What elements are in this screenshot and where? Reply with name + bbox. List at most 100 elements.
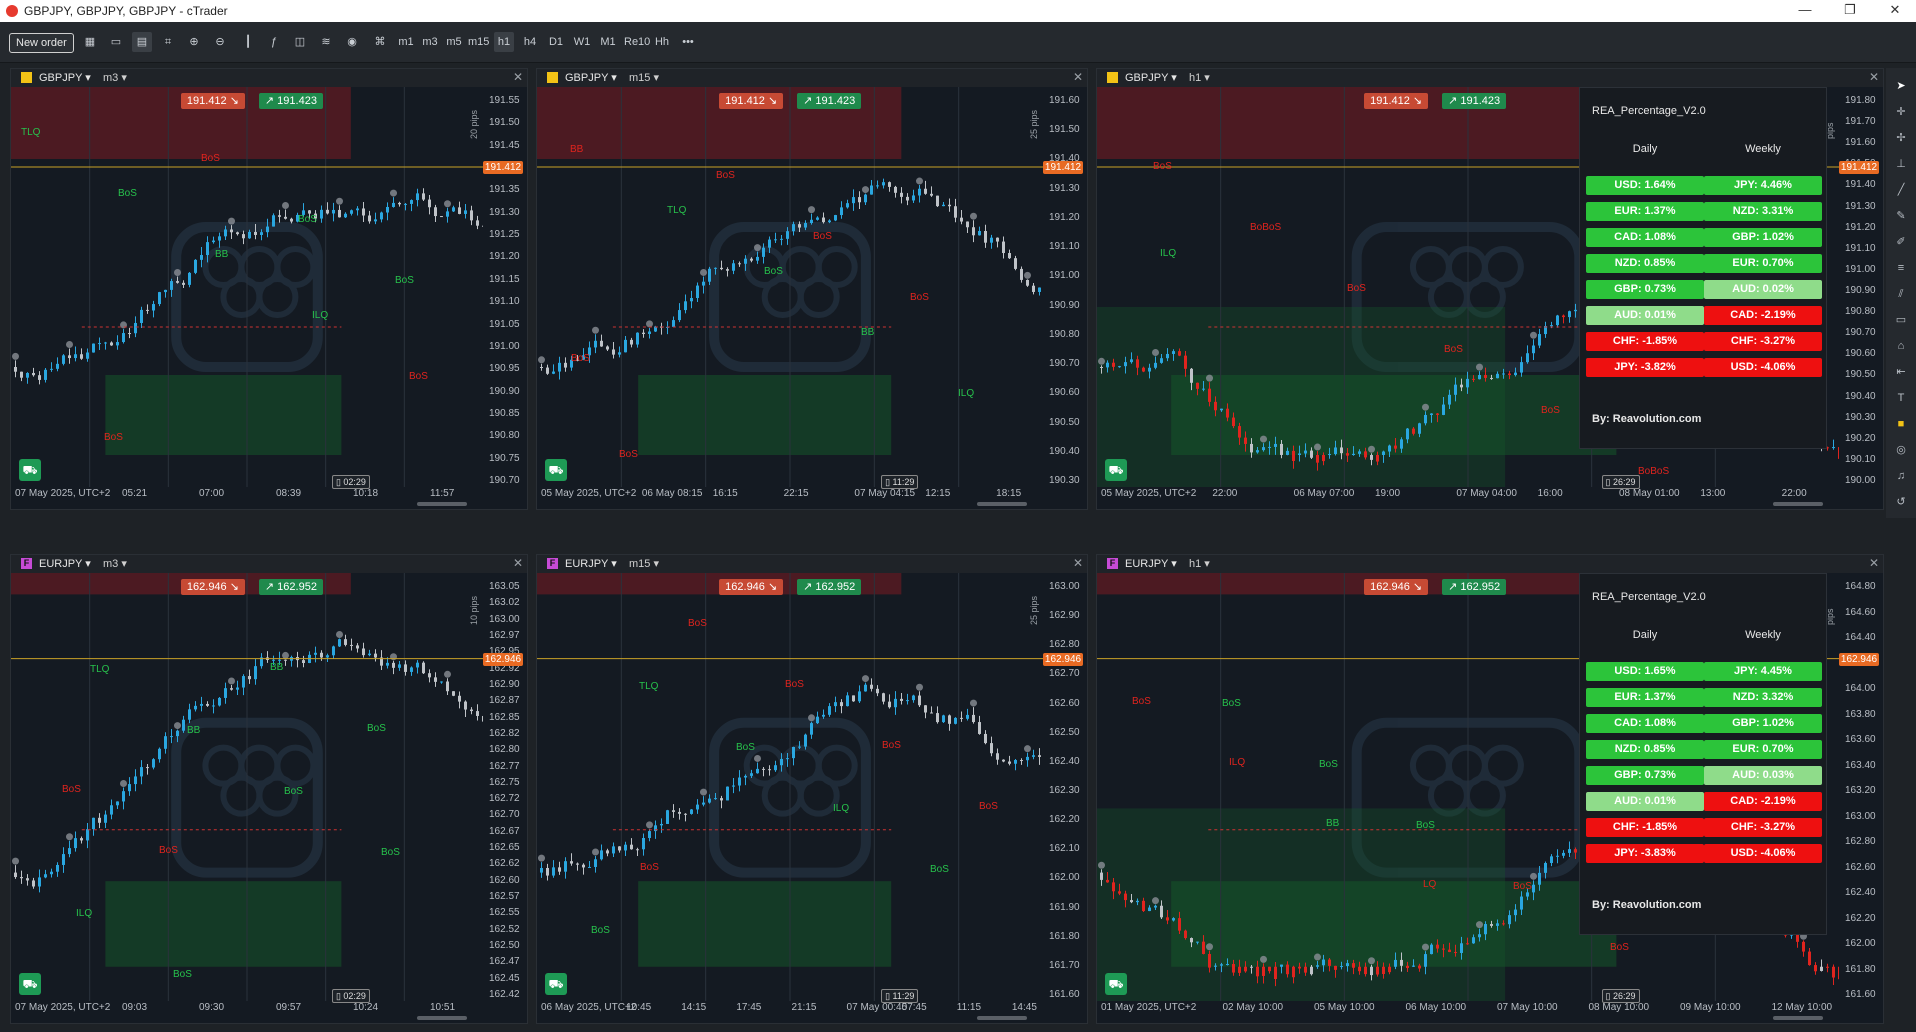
tf-renko[interactable]: Re10 [624, 32, 650, 52]
sell-button[interactable]: 162.946 ↘ [1364, 579, 1429, 595]
timeframe-selector[interactable]: m15 ▾ [629, 557, 659, 570]
tf-m5[interactable]: m5 [444, 32, 464, 52]
cbot-button-icon[interactable]: ⛟ [1105, 973, 1127, 995]
close-panel-icon[interactable]: ✕ [513, 556, 523, 570]
horizontal-scrollbar[interactable] [417, 502, 467, 506]
horizontal-scrollbar[interactable] [417, 1016, 467, 1020]
chart-mode-icon[interactable]: ⌗ [158, 32, 178, 52]
more-icon[interactable]: ••• [678, 32, 698, 52]
cross-icon[interactable]: ✢ [1893, 130, 1909, 146]
price-axis[interactable]: 191.60 191.50 191.40 191.30 191.20 191.10 191.… [1043, 87, 1087, 487]
zoom-out-icon[interactable]: ⊖ [210, 32, 230, 52]
symbol-selector[interactable]: EURJPY ▾ [1125, 557, 1177, 570]
symbol-color-icon[interactable] [547, 72, 558, 83]
maximize-button[interactable]: ❐ [1835, 2, 1865, 18]
brush-icon[interactable]: ✐ [1893, 234, 1909, 250]
sell-button[interactable]: 162.946 ↘ [180, 579, 245, 595]
layout-grid-icon[interactable]: ▦ [80, 32, 100, 52]
tf-m3[interactable]: m3 [420, 32, 440, 52]
price-axis[interactable]: 191.55191.50191.45191.40191.35191.30191.… [483, 87, 527, 487]
horizontal-scrollbar[interactable] [1773, 1016, 1823, 1020]
zoom-in-icon[interactable]: ⊕ [184, 32, 204, 52]
symbol-color-icon[interactable]: F [21, 558, 32, 569]
trend-icon[interactable]: ╱ [1893, 182, 1909, 198]
timeframe-selector[interactable]: h1 ▾ [1189, 71, 1210, 84]
timeframe-selector[interactable]: m15 ▾ [629, 71, 659, 84]
close-panel-icon[interactable]: ✕ [1869, 556, 1879, 570]
price-axis[interactable]: 191.80191.70191.60191.50191.40191.30191.… [1839, 87, 1883, 487]
camera-icon[interactable]: ◎ [1893, 442, 1909, 458]
cursor-icon[interactable]: ➤ [1893, 78, 1909, 94]
cbot-button-icon[interactable]: ⛟ [1105, 459, 1127, 481]
close-panel-icon[interactable]: ✕ [1869, 70, 1879, 84]
candles-icon[interactable]: ┃ [238, 32, 258, 52]
tf-h1[interactable]: h1 [494, 32, 514, 52]
history-icon[interactable]: ↺ [1893, 494, 1909, 510]
price-axis[interactable]: 163.00 162.90 162.80 162.70 162.60 162.50 162.… [1043, 573, 1087, 1001]
price-axis[interactable]: 163.05 163.02 163.00 162.97 162.95 162.92 162.… [483, 573, 527, 1001]
price-chart[interactable] [537, 87, 1043, 487]
sell-button[interactable]: 191.412 ↘ [180, 93, 245, 109]
bell-icon[interactable]: ♫ [1893, 468, 1909, 484]
close-button[interactable]: ✕ [1880, 2, 1910, 18]
tf-d1[interactable]: D1 [546, 32, 566, 52]
tf-heikin[interactable]: Hh [652, 32, 672, 52]
template-icon[interactable]: ⌘ [370, 32, 390, 52]
text-icon[interactable]: T [1893, 390, 1909, 406]
tf-m15[interactable]: m15 [468, 32, 489, 52]
chart-panel-gbpjpy-m15[interactable]: GBPJPY ▾ m15 ▾ ✕ BB TLQ BoS BB ILQ BoS BoS BoS BoS B… [536, 68, 1088, 510]
close-panel-icon[interactable]: ✕ [513, 70, 523, 84]
chart-panel-eurjpy-m3[interactable]: F EURJPY ▾ m3 ▾ ✕ TLQ BB BoS BoS ILQ BoS BB BoS BoS B… [10, 554, 528, 1024]
price-chart[interactable] [11, 87, 483, 487]
eye-icon[interactable]: ◉ [342, 32, 362, 52]
layout-single-icon[interactable]: ▭ [106, 32, 126, 52]
horizontal-scrollbar[interactable] [1773, 502, 1823, 506]
pen-icon[interactable]: ✎ [1893, 208, 1909, 224]
symbol-selector[interactable]: GBPJPY ▾ [565, 71, 617, 84]
cbot-button-icon[interactable]: ⛟ [545, 973, 567, 995]
indicators-icon[interactable]: ƒ [264, 32, 284, 52]
layout-multi-icon[interactable]: ▤ [132, 32, 152, 52]
cbots-icon[interactable]: ◫ [290, 32, 310, 52]
symbol-color-icon[interactable] [21, 72, 32, 83]
fib-icon[interactable]: ≡ [1893, 260, 1909, 276]
time-axis[interactable]: 07 May 2025, UTC+2 09:03 09:30 09:57 10:24 10… [11, 989, 483, 1015]
buy-button[interactable]: ↗ 162.952 [258, 579, 323, 595]
price-chart[interactable] [11, 573, 483, 1001]
time-axis[interactable]: 06 May 2025, UTC+2 10:45 14:15 17:45 21:15 07… [537, 989, 1043, 1015]
sell-button[interactable]: 191.412 ↘ [719, 93, 784, 109]
symbol-color-icon[interactable] [1107, 72, 1118, 83]
symbol-color-icon[interactable]: F [1107, 558, 1118, 569]
color-icon[interactable]: ■ [1893, 416, 1909, 432]
horizontal-scrollbar[interactable] [977, 1016, 1027, 1020]
close-panel-icon[interactable]: ✕ [1073, 70, 1083, 84]
channel-icon[interactable]: ⫽ [1893, 286, 1909, 302]
tf-h4[interactable]: h4 [520, 32, 540, 52]
shape-icon[interactable]: ⌂ [1893, 338, 1909, 354]
sell-button[interactable]: 162.946 ↘ [719, 579, 784, 595]
symbol-selector[interactable]: EURJPY ▾ [39, 557, 91, 570]
sell-button[interactable]: 191.412 ↘ [1364, 93, 1429, 109]
buy-button[interactable]: ↗ 191.423 [1442, 93, 1507, 109]
horizontal-scrollbar[interactable] [977, 502, 1027, 506]
chart-panel-gbpjpy-h1[interactable]: GBPJPY ▾h1 ▾✕BoSBoBoSBoSBoSBoSBoBoSTLQIL… [1096, 68, 1884, 510]
time-axis[interactable]: 05 May 2025, UTC+2 06 May 08:15 16:15 22:15… [537, 475, 1043, 501]
cbot-button-icon[interactable]: ⛟ [545, 459, 567, 481]
tf-w1[interactable]: W1 [572, 32, 592, 52]
hline-icon[interactable]: ⊥ [1893, 156, 1909, 172]
close-panel-icon[interactable]: ✕ [1073, 556, 1083, 570]
rect-icon[interactable]: ▭ [1893, 312, 1909, 328]
chart-panel-eurjpy-m15[interactable]: F EURJPY ▾ m15 ▾ ✕ TLQ BoS ILQ BoS BoS BoS BoS BoS B… [536, 554, 1088, 1024]
chart-panel-eurjpy-h1[interactable]: FEURJPY ▾h1 ▾✕BoSBoSBoSBoSBoSBoSBoSILQBB… [1096, 554, 1884, 1024]
buy-button[interactable]: ↗ 162.952 [797, 579, 862, 595]
symbol-color-icon[interactable]: F [547, 558, 558, 569]
tf-mn1[interactable]: M1 [598, 32, 618, 52]
timeframe-selector[interactable]: h1 ▾ [1189, 557, 1210, 570]
buy-button[interactable]: ↗ 191.423 [797, 93, 862, 109]
new-order-button[interactable]: New order [9, 33, 74, 53]
cbot-button-icon[interactable]: ⛟ [19, 459, 41, 481]
cbot-button-icon[interactable]: ⛟ [19, 973, 41, 995]
buy-button[interactable]: ↗ 191.423 [258, 93, 323, 109]
layers-icon[interactable]: ≋ [316, 32, 336, 52]
tf-m1[interactable]: m1 [396, 32, 416, 52]
